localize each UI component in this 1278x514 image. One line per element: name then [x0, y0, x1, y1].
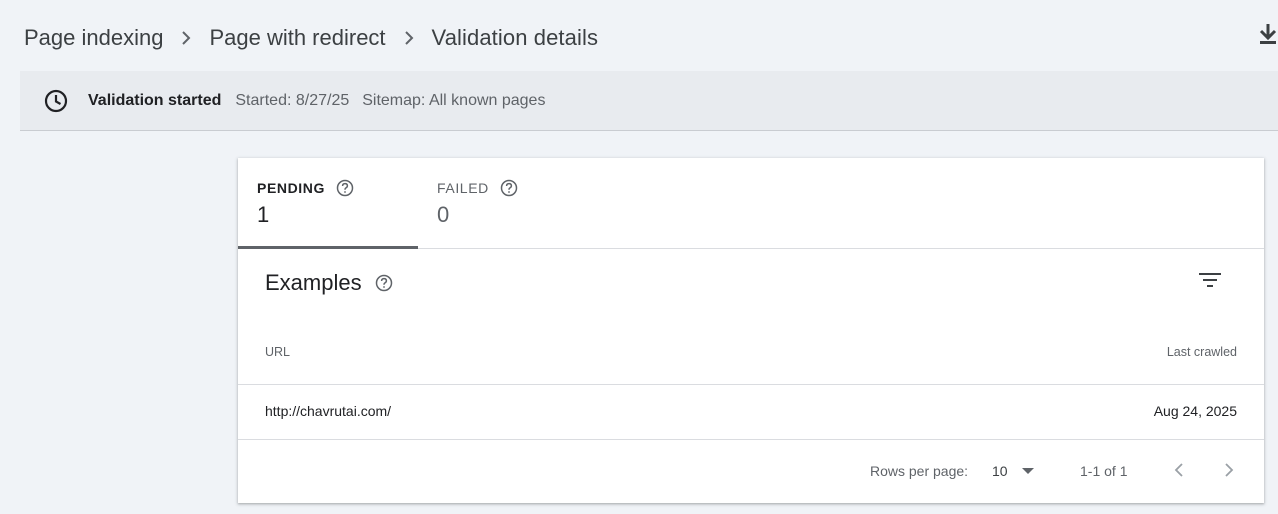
- examples-card: PENDING 1 FAILED 0 Examples URL Last cra…: [238, 158, 1264, 503]
- tab-pending[interactable]: PENDING 1: [238, 158, 418, 249]
- status-tabs: PENDING 1 FAILED 0: [238, 158, 1264, 249]
- tab-pending-label: PENDING: [257, 180, 325, 196]
- help-icon[interactable]: [336, 179, 354, 197]
- pagination-range: 1-1 of 1: [1080, 463, 1128, 479]
- chevron-right-icon: [1224, 462, 1234, 481]
- examples-title: Examples: [265, 270, 362, 295]
- filter-button[interactable]: [1196, 268, 1224, 296]
- dropdown-arrow-icon: [1021, 467, 1034, 475]
- rows-per-page-label: Rows per page:: [870, 463, 969, 479]
- validation-started-date: Started: 8/27/25: [235, 91, 350, 109]
- tab-failed-label: FAILED: [437, 180, 489, 196]
- rows-per-page-value: 10: [992, 463, 1008, 479]
- tab-failed[interactable]: FAILED 0: [418, 158, 598, 248]
- row-last-crawled: Aug 24, 2025: [1153, 403, 1237, 419]
- previous-page-button[interactable]: [1166, 458, 1192, 484]
- table-row[interactable]: http://chavrutai.com/ Aug 24, 2025: [238, 385, 1264, 440]
- breadcrumb-page-indexing[interactable]: Page indexing: [24, 25, 163, 51]
- breadcrumb: Page indexing Page with redirect Validat…: [24, 20, 598, 56]
- clock-icon: [43, 88, 69, 114]
- next-page-button[interactable]: [1216, 458, 1242, 484]
- filter-icon: [1199, 271, 1221, 294]
- validation-status: Validation started: [88, 91, 222, 109]
- table-header: URL Last crawled: [238, 323, 1264, 385]
- rows-per-page-select[interactable]: 10: [992, 458, 1034, 484]
- validation-sitemap: Sitemap: All known pages: [362, 91, 546, 109]
- chevron-right-icon: [386, 26, 432, 50]
- column-header-last-crawled[interactable]: Last crawled: [1167, 345, 1237, 359]
- pagination: Rows per page: 10 1-1 of 1: [238, 440, 1264, 503]
- download-button[interactable]: [1258, 22, 1278, 50]
- breadcrumb-page-with-redirect[interactable]: Page with redirect: [209, 25, 385, 51]
- examples-heading: Examples: [265, 270, 393, 296]
- chevron-left-icon: [1174, 462, 1184, 481]
- validation-status-bar: Validation started Started: 8/27/25 Site…: [20, 71, 1278, 131]
- page-title: Validation details: [431, 25, 599, 50]
- download-icon: [1258, 22, 1278, 51]
- tab-failed-count: 0: [437, 202, 450, 227]
- tab-pending-count: 1: [257, 202, 270, 227]
- chevron-right-icon: [163, 26, 209, 50]
- row-url: http://chavrutai.com/: [265, 403, 392, 419]
- column-header-url[interactable]: URL: [265, 345, 290, 359]
- help-icon[interactable]: [375, 274, 393, 292]
- tab-selected-indicator: [238, 246, 418, 249]
- help-icon[interactable]: [500, 179, 518, 197]
